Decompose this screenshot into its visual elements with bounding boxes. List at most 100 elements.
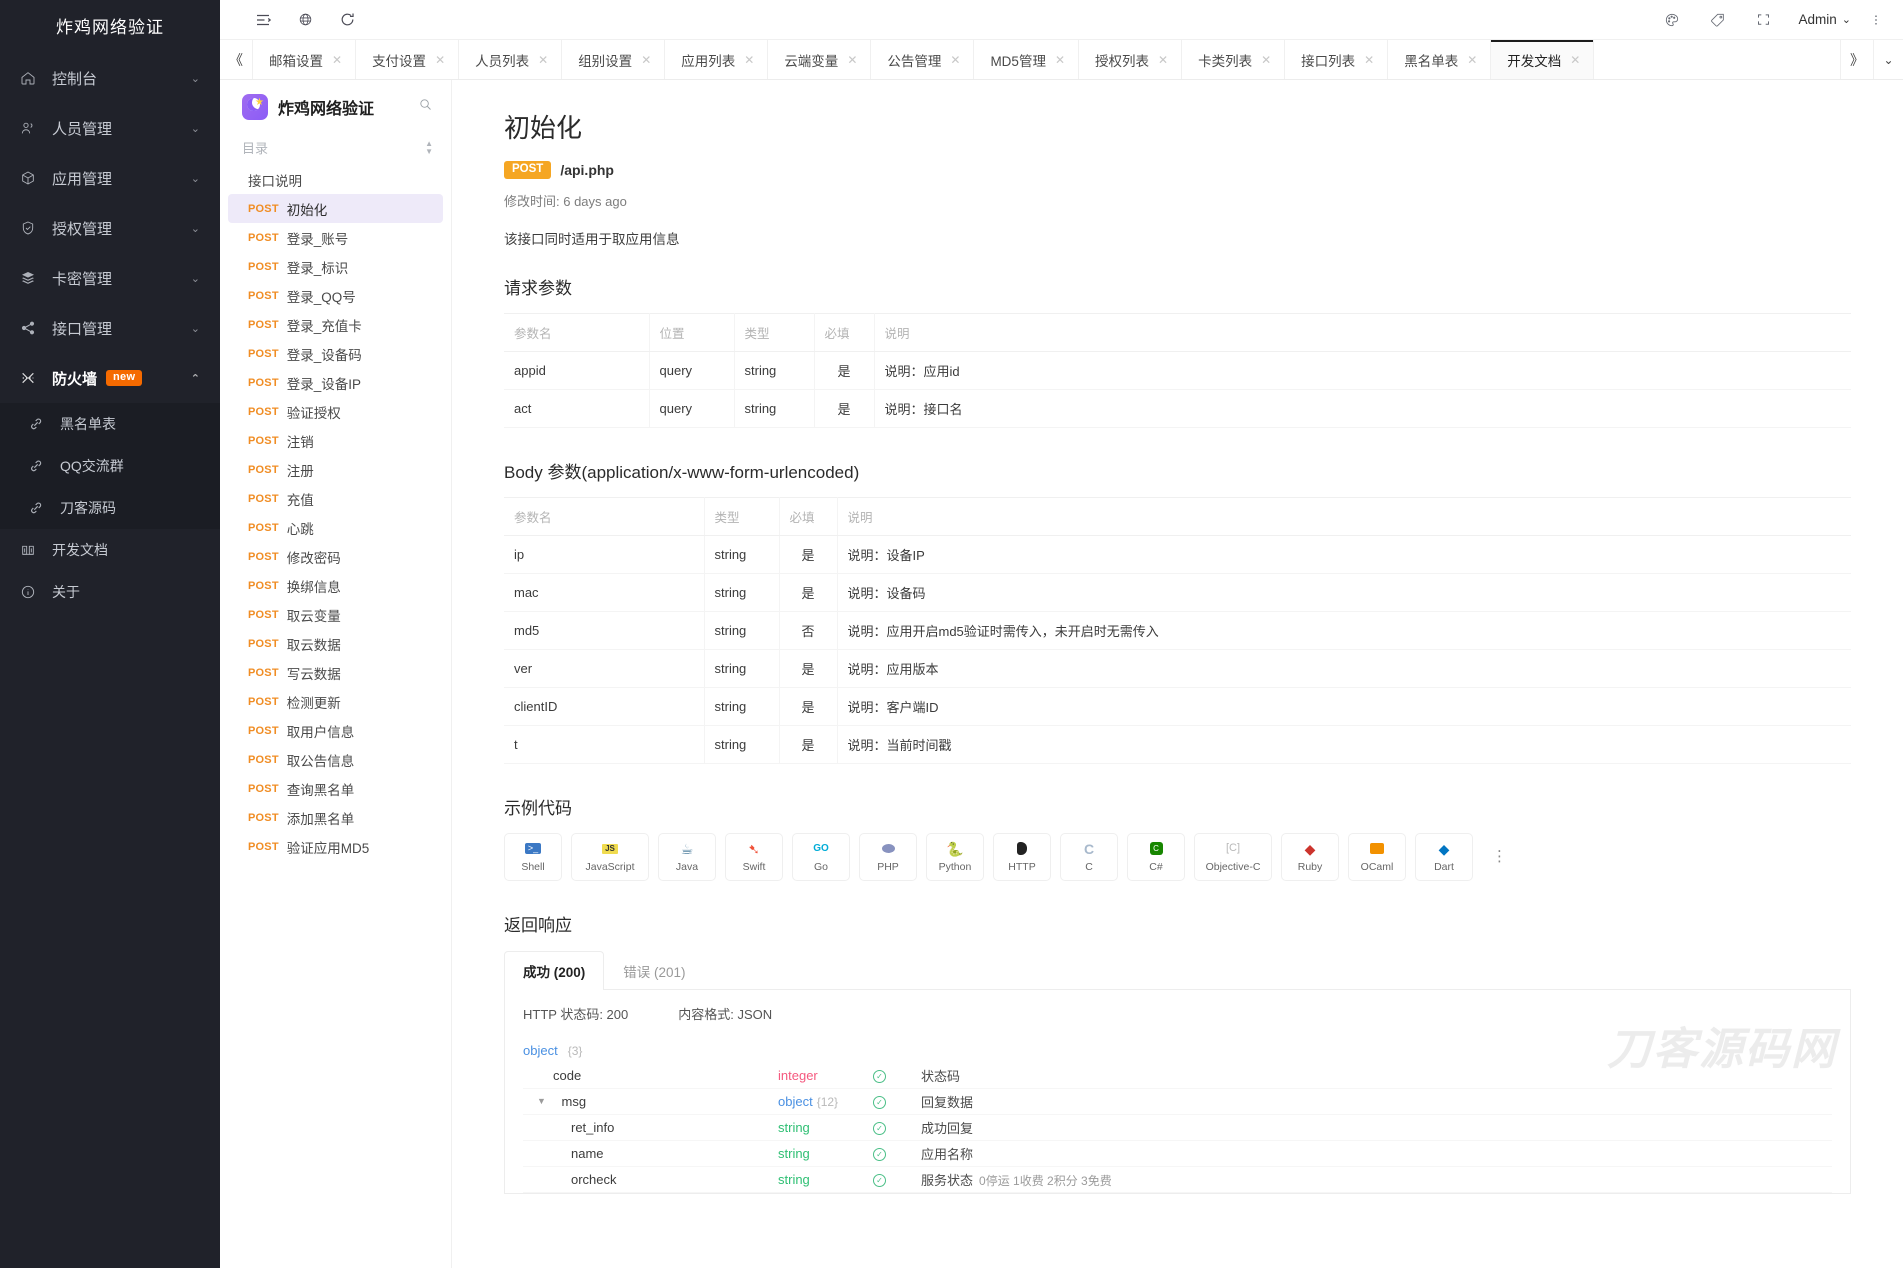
tab-app-list[interactable]: 应用列表✕ — [665, 40, 768, 79]
lang-shell[interactable]: >_Shell — [504, 833, 562, 881]
more-languages-icon[interactable]: ⋮ — [1482, 849, 1517, 864]
close-icon[interactable]: ✕ — [641, 53, 651, 67]
lang-go[interactable]: GOGo — [792, 833, 850, 881]
lang-c[interactable]: CC — [1060, 833, 1118, 881]
tab-payment-settings[interactable]: 支付设置✕ — [356, 40, 459, 79]
search-icon[interactable] — [418, 97, 433, 117]
schema-row[interactable]: ▼ msg object{12} ✓ 回复数据 — [523, 1089, 1832, 1115]
sidebar-item-about[interactable]: 关于 — [0, 571, 220, 613]
response-tab-success[interactable]: 成功 (200) — [504, 951, 604, 990]
palette-icon[interactable] — [1649, 0, 1695, 40]
method-label: POST — [248, 638, 279, 650]
close-icon[interactable]: ✕ — [1055, 53, 1065, 67]
doc-item-write-cloud-data[interactable]: POST写云数据 — [228, 658, 443, 687]
required-check-icon: ✓ — [873, 1119, 921, 1136]
chevron-double-left-icon[interactable]: 《 — [220, 40, 253, 79]
sidebar-item-authorization[interactable]: 授权管理 ⌄ — [0, 203, 220, 253]
doc-item-get-cloud-variable[interactable]: POST取云变量 — [228, 600, 443, 629]
tab-md5-management[interactable]: MD5管理✕ — [974, 40, 1079, 79]
close-icon[interactable]: ✕ — [435, 53, 445, 67]
sidebar-item-interface[interactable]: 接口管理 ⌄ — [0, 303, 220, 353]
more-vertical-icon[interactable] — [1863, 0, 1889, 40]
response-tab-error[interactable]: 错误 (201) — [604, 951, 704, 990]
close-icon[interactable]: ✕ — [538, 53, 548, 67]
refresh-icon[interactable] — [326, 0, 368, 40]
close-icon[interactable]: ✕ — [744, 53, 754, 67]
tab-personnel-list[interactable]: 人员列表✕ — [459, 40, 562, 79]
doc-item-change-password[interactable]: POST修改密码 — [228, 542, 443, 571]
sidebar-item-application[interactable]: 应用管理 ⌄ — [0, 153, 220, 203]
lang-dart[interactable]: ◆Dart — [1415, 833, 1473, 881]
sidebar-item-dev-docs[interactable]: 开发文档 — [0, 529, 220, 571]
doc-item-rebind-info[interactable]: POST换绑信息 — [228, 571, 443, 600]
tab-group-settings[interactable]: 组别设置✕ — [562, 40, 665, 79]
doc-item-init[interactable]: POST初始化 — [228, 194, 443, 223]
method-label: POST — [248, 812, 279, 824]
lang-swift[interactable]: ➷Swift — [725, 833, 783, 881]
tag-icon[interactable] — [1695, 0, 1741, 40]
lang-ocaml[interactable]: OCaml — [1348, 833, 1406, 881]
chevron-double-right-icon[interactable]: 》 — [1840, 40, 1873, 79]
tab-email-settings[interactable]: 邮箱设置✕ — [253, 40, 356, 79]
doc-item-recharge[interactable]: POST充值 — [228, 484, 443, 513]
close-icon[interactable]: ✕ — [1364, 53, 1374, 67]
sidebar-item-qq-group[interactable]: QQ交流群 — [0, 445, 220, 487]
tab-dropdown-icon[interactable]: ⌄ — [1873, 40, 1903, 79]
close-icon[interactable]: ✕ — [847, 53, 857, 67]
doc-item-verify-app-md5[interactable]: POST验证应用MD5 — [228, 832, 443, 861]
doc-item-login-card[interactable]: POST登录_充值卡 — [228, 310, 443, 339]
sort-icon[interactable]: ▲▼ — [425, 140, 433, 156]
tab-interface-list[interactable]: 接口列表✕ — [1285, 40, 1388, 79]
lang-csharp[interactable]: CC# — [1127, 833, 1185, 881]
doc-item-login-device-ip[interactable]: POST登录_设备IP — [228, 368, 443, 397]
menu-fold-icon[interactable] — [242, 0, 284, 40]
tab-blacklist[interactable]: 黑名单表✕ — [1388, 40, 1491, 79]
tab-dev-docs[interactable]: 开发文档✕ — [1491, 40, 1594, 79]
doc-item-get-cloud-data[interactable]: POST取云数据 — [228, 629, 443, 658]
close-icon[interactable]: ✕ — [950, 53, 960, 67]
doc-item-interface-description[interactable]: 接口说明 — [228, 165, 443, 194]
tab-card-type-list[interactable]: 卡类列表✕ — [1182, 40, 1285, 79]
globe-icon[interactable] — [284, 0, 326, 40]
sidebar-item-daoke-source[interactable]: 刀客源码 — [0, 487, 220, 529]
doc-item-query-blacklist[interactable]: POST查询黑名单 — [228, 774, 443, 803]
sidebar-item-firewall[interactable]: 防火墙 new ⌃ — [0, 353, 220, 403]
doc-item-heartbeat[interactable]: POST心跳 — [228, 513, 443, 542]
close-icon[interactable]: ✕ — [1570, 53, 1580, 67]
doc-item-login-account[interactable]: POST登录_账号 — [228, 223, 443, 252]
lang-objectivec[interactable]: [C]Objective-C — [1194, 833, 1272, 881]
doc-item-login-device-code[interactable]: POST登录_设备码 — [228, 339, 443, 368]
sidebar-item-console[interactable]: 控制台 ⌄ — [0, 53, 220, 103]
close-icon[interactable]: ✕ — [1158, 53, 1168, 67]
lang-ruby[interactable]: ◆Ruby — [1281, 833, 1339, 881]
doc-item-register[interactable]: POST注册 — [228, 455, 443, 484]
tab-auth-list[interactable]: 授权列表✕ — [1079, 40, 1182, 79]
doc-item-login-qq[interactable]: POST登录_QQ号 — [228, 281, 443, 310]
doc-item-get-announcement[interactable]: POST取公告信息 — [228, 745, 443, 774]
close-icon[interactable]: ✕ — [332, 53, 342, 67]
doc-item-get-user-info[interactable]: POST取用户信息 — [228, 716, 443, 745]
sidebar-item-personnel[interactable]: 人员管理 ⌄ — [0, 103, 220, 153]
new-badge: new — [106, 370, 142, 386]
doc-item-add-blacklist[interactable]: POST 添加黑名单 — [228, 803, 443, 832]
doc-item-logout[interactable]: POST注销 — [228, 426, 443, 455]
lang-http[interactable]: HTTP — [993, 833, 1051, 881]
doc-item-check-update[interactable]: POST检测更新 — [228, 687, 443, 716]
close-icon[interactable]: ✕ — [1261, 53, 1271, 67]
close-icon[interactable]: ✕ — [1467, 53, 1477, 67]
admin-menu[interactable]: Admin ⌄ — [1787, 12, 1863, 27]
doc-item-login-token[interactable]: POST登录_标识 — [228, 252, 443, 281]
lang-java[interactable]: ☕Java — [658, 833, 716, 881]
fullscreen-icon[interactable] — [1741, 0, 1787, 40]
lang-php[interactable]: PHP — [859, 833, 917, 881]
response-schema: object{3} code integer ✓ 状态码 ▼ msg objec… — [523, 1039, 1832, 1193]
lang-python[interactable]: 🐍Python — [926, 833, 984, 881]
tab-cloud-variables[interactable]: 云端变量✕ — [768, 40, 871, 79]
doc-item-label: 添加黑名单 — [287, 808, 355, 828]
doc-item-verify-auth[interactable]: POST验证授权 — [228, 397, 443, 426]
caret-down-icon[interactable]: ▼ — [537, 1096, 546, 1106]
sidebar-item-card-secret[interactable]: 卡密管理 ⌄ — [0, 253, 220, 303]
tab-announcement[interactable]: 公告管理✕ — [871, 40, 974, 79]
sidebar-item-blacklist[interactable]: 黑名单表 — [0, 403, 220, 445]
lang-javascript[interactable]: JSJavaScript — [571, 833, 649, 881]
